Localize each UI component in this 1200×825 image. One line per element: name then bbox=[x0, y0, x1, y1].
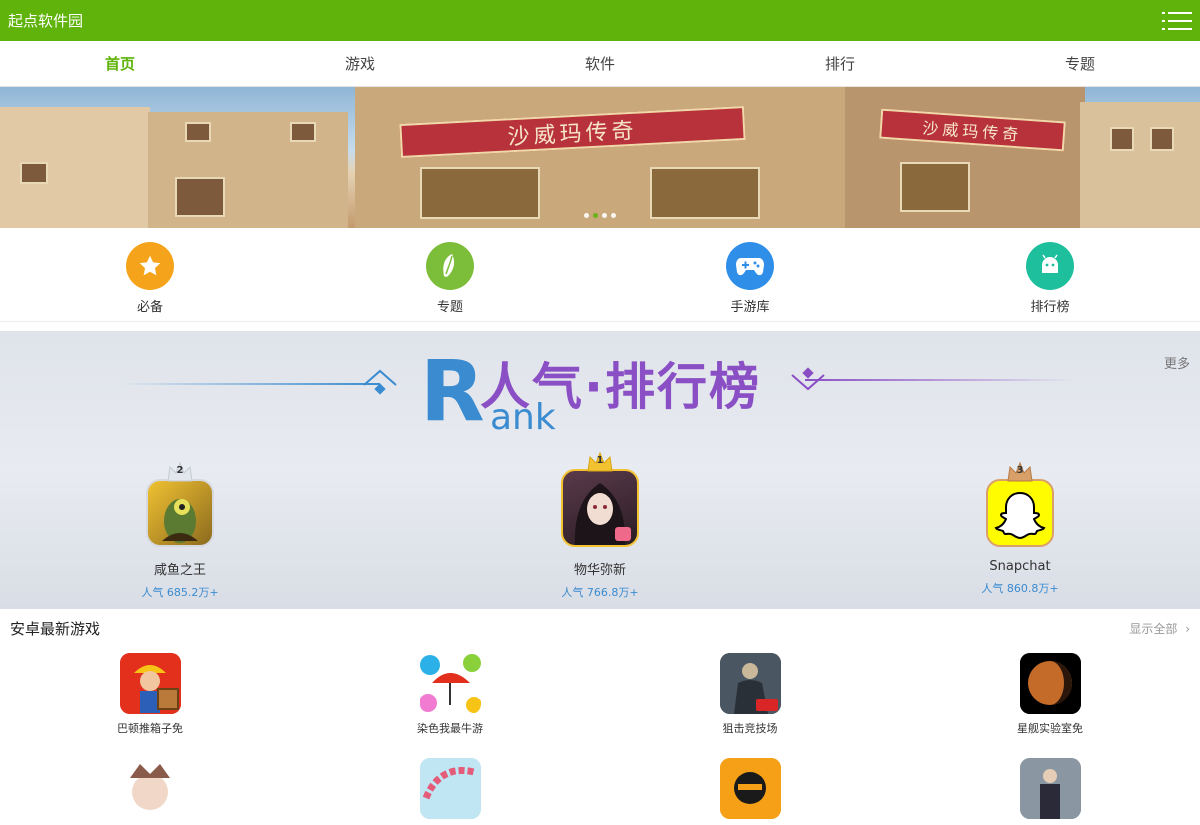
snapchat-ghost-icon bbox=[986, 479, 1054, 547]
app-icon bbox=[1019, 758, 1081, 819]
banner-window bbox=[900, 162, 970, 212]
quick-item-label: 必备 bbox=[136, 300, 163, 315]
tab-ranking[interactable]: 排行 bbox=[720, 41, 960, 86]
banner-carousel[interactable]: 沙威玛传奇 沙威玛传奇 bbox=[0, 87, 1200, 228]
game-item[interactable]: 巴顿推箱子免 bbox=[0, 653, 300, 736]
banner-window bbox=[175, 177, 225, 217]
chevron-right-icon: › bbox=[1185, 621, 1190, 636]
quick-item-rankings[interactable]: 排行榜 bbox=[900, 228, 1200, 321]
banner-window bbox=[20, 162, 48, 184]
menu-icon[interactable] bbox=[1162, 10, 1192, 32]
banner-window bbox=[650, 167, 760, 219]
star-icon bbox=[126, 242, 174, 290]
app-icon bbox=[119, 653, 181, 714]
rank-item-3[interactable]: 3 Snapchat 人气 860.8万+ bbox=[930, 461, 1110, 596]
rank-number: 3 bbox=[1016, 465, 1024, 476]
quick-item-essential[interactable]: 必备 bbox=[0, 228, 300, 321]
rank-item-2[interactable]: 2 咸鱼之王 人气 685.2万+ bbox=[90, 461, 270, 600]
game-item[interactable] bbox=[600, 758, 900, 825]
game-item[interactable]: 染色我最牛游 bbox=[300, 653, 600, 736]
carousel-dot-active[interactable] bbox=[593, 213, 598, 218]
app-icon bbox=[1019, 653, 1081, 714]
app-icon bbox=[419, 653, 481, 714]
banner-window bbox=[420, 167, 540, 219]
rank-app-name: 物华弥新 bbox=[573, 563, 626, 578]
tab-topics[interactable]: 专题 bbox=[960, 41, 1200, 86]
leaf-icon bbox=[426, 242, 474, 290]
quick-item-label: 排行榜 bbox=[1030, 300, 1070, 315]
app-icon bbox=[719, 758, 781, 819]
quick-categories: 必备 专题 手游库 排行榜 bbox=[0, 228, 1200, 322]
top-bar: 起点软件园 bbox=[0, 0, 1200, 41]
section-title: 安卓最新游戏 bbox=[10, 619, 101, 638]
bronze-crown-icon: 3 bbox=[1006, 461, 1034, 483]
app-icon bbox=[561, 469, 639, 547]
quick-item-topics[interactable]: 专题 bbox=[300, 228, 600, 321]
banner-window bbox=[1150, 127, 1174, 151]
banner-window bbox=[185, 122, 211, 142]
rank-number: 2 bbox=[176, 465, 184, 476]
quick-item-label: 专题 bbox=[436, 300, 463, 315]
rank-logo-letter: R bbox=[420, 342, 485, 440]
rank-decor-diamond bbox=[791, 367, 825, 391]
rank-decor-line bbox=[805, 379, 1075, 381]
rank-popularity: 人气 685.2万+ bbox=[141, 586, 219, 599]
app-icon bbox=[146, 479, 214, 547]
rank-popularity: 人气 766.8万+ bbox=[561, 586, 639, 599]
app-icon bbox=[119, 758, 181, 819]
latest-games-header: 安卓最新游戏 显示全部 › bbox=[0, 609, 1200, 647]
carousel-dot[interactable] bbox=[602, 213, 607, 218]
game-name: 巴顿推箱子免 bbox=[117, 722, 183, 735]
game-name: 狙击竞技场 bbox=[722, 722, 778, 735]
game-item[interactable] bbox=[0, 758, 300, 825]
game-item[interactable] bbox=[900, 758, 1200, 825]
rank-item-1[interactable]: 1 物华弥新 人气 766.8万+ bbox=[510, 451, 690, 600]
rank-decor-diamond bbox=[363, 369, 397, 395]
carousel-dots bbox=[0, 213, 1200, 218]
popularity-ranking: R ank 人气·排行榜 更多 2 咸鱼之王 人气 685.2万+ 1 物华弥新… bbox=[0, 331, 1200, 609]
main-nav: 首页 游戏 软件 排行 专题 bbox=[0, 41, 1200, 87]
rank-decor-line bbox=[120, 383, 380, 385]
app-icon bbox=[419, 758, 481, 819]
silver-crown-icon: 2 bbox=[166, 461, 194, 483]
game-item[interactable]: 星舰实验室免 bbox=[900, 653, 1200, 736]
game-name: 星舰实验室免 bbox=[1017, 722, 1083, 735]
gamepad-icon bbox=[726, 242, 774, 290]
show-all-link[interactable]: 显示全部 › bbox=[1129, 620, 1190, 637]
banner-building bbox=[1080, 102, 1200, 228]
latest-games-grid: 巴顿推箱子免 染色我最牛游 狙击竞技场 星舰实验室免 bbox=[0, 653, 1200, 825]
game-item[interactable]: 狙击竞技场 bbox=[600, 653, 900, 736]
quick-item-label: 手游库 bbox=[730, 300, 770, 315]
rank-app-name: Snapchat bbox=[989, 559, 1051, 574]
site-title[interactable]: 起点软件园 bbox=[8, 10, 83, 31]
carousel-dot[interactable] bbox=[584, 213, 589, 218]
show-all-label: 显示全部 bbox=[1129, 621, 1178, 636]
carousel-dot[interactable] bbox=[611, 213, 616, 218]
rank-title: 人气·排行榜 bbox=[480, 358, 761, 416]
rank-number: 1 bbox=[596, 455, 604, 466]
tab-games[interactable]: 游戏 bbox=[240, 41, 480, 86]
app-icon bbox=[719, 653, 781, 714]
banner-window bbox=[290, 122, 316, 142]
game-item[interactable] bbox=[300, 758, 600, 825]
gold-crown-icon: 1 bbox=[586, 451, 614, 473]
banner-window bbox=[1110, 127, 1134, 151]
rank-more-link[interactable]: 更多 bbox=[1164, 353, 1190, 372]
tab-home[interactable]: 首页 bbox=[0, 41, 240, 86]
game-name: 染色我最牛游 bbox=[417, 722, 483, 735]
android-icon bbox=[1026, 242, 1074, 290]
rank-app-name: 咸鱼之王 bbox=[153, 563, 206, 578]
quick-item-mobile-games[interactable]: 手游库 bbox=[600, 228, 900, 321]
tab-software[interactable]: 软件 bbox=[480, 41, 720, 86]
rank-popularity: 人气 860.8万+ bbox=[981, 582, 1059, 595]
